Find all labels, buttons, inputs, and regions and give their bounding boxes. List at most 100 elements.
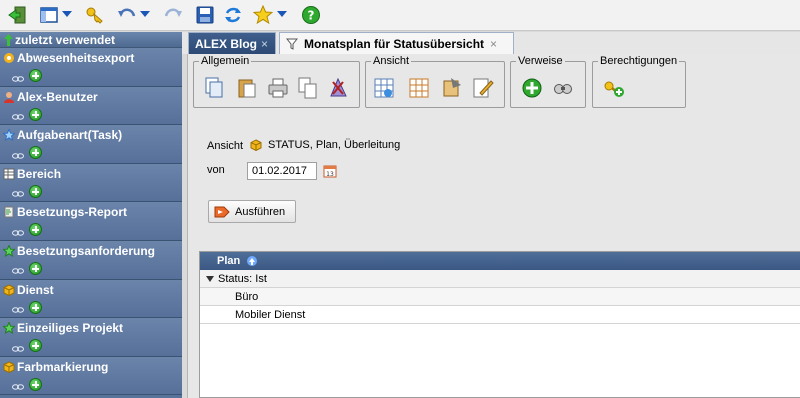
key-icon[interactable]	[84, 4, 106, 26]
sidebar-item-abwesenheitsexport[interactable]: Abwesenheitsexport	[0, 48, 182, 87]
box-icon	[3, 361, 15, 373]
svg-text:13: 13	[326, 171, 334, 178]
svg-text:?: ?	[308, 9, 315, 23]
layout-dropdown-icon[interactable]	[62, 11, 72, 17]
add-icon[interactable]	[29, 377, 42, 391]
copy-icon[interactable]	[203, 76, 225, 100]
group-title: Allgemein	[199, 55, 252, 67]
ansicht-value[interactable]: STATUS, Plan, Überleitung	[268, 139, 400, 151]
redo-icon[interactable]	[162, 4, 184, 26]
group-title: Berechtigungen	[598, 55, 680, 67]
add-icon[interactable]	[29, 184, 42, 198]
plan-grid: Plan Status: Ist Büro Mobiler Dienst	[199, 251, 800, 398]
date-input[interactable]: 01.02.2017	[247, 162, 317, 180]
link-icon[interactable]	[12, 380, 24, 390]
add-icon[interactable]	[29, 146, 42, 160]
run-button[interactable]: Ausführen	[208, 200, 296, 223]
star-green-icon	[2, 244, 16, 258]
sidebar-item-aufgabenart[interactable]: Aufgabenart(Task)	[0, 125, 182, 164]
add-permission-icon[interactable]	[603, 76, 625, 100]
favorites-dropdown-icon[interactable]	[277, 11, 287, 17]
report-icon	[3, 206, 15, 218]
paste-icon[interactable]	[236, 76, 258, 100]
sidebar-item-besetzungsanforderung[interactable]: Besetzungsanforderung	[0, 240, 182, 280]
run-icon	[214, 205, 230, 219]
group-allgemein: Allgemein	[193, 55, 360, 108]
tab-monatsplan[interactable]: Monatsplan für Statusübersicht ×	[279, 32, 514, 54]
sidebar-item-dienst[interactable]: Dienst	[0, 279, 182, 319]
group-verweise: Verweise	[510, 55, 586, 108]
logout-icon[interactable]	[6, 4, 28, 26]
table-row[interactable]: Büro	[200, 288, 800, 306]
add-reference-icon[interactable]	[521, 76, 543, 100]
sidebar-item-farbmarkierung[interactable]: Farbmarkierung	[0, 356, 182, 396]
von-label: von	[207, 164, 225, 176]
edit-icon[interactable]	[472, 76, 494, 100]
link-icon[interactable]	[12, 226, 24, 236]
sidebar-item-label: Einzeiliges Projekt	[17, 321, 124, 336]
sidebar-item-label: Alex-Benutzer	[17, 89, 98, 104]
refresh-icon[interactable]	[222, 4, 244, 26]
layout-icon[interactable]	[38, 4, 60, 26]
view-box-icon	[250, 139, 262, 152]
table-row[interactable]: Mobiler Dienst	[200, 306, 800, 324]
sidebar-header: zuletzt verwendet	[0, 32, 182, 48]
star-outline-icon	[2, 128, 16, 142]
sidebar-item-label: Besetzungsanforderung	[17, 243, 156, 258]
tab-bar: ALEX Blog × Monatsplan für Statusübersic…	[182, 32, 800, 54]
grid-header[interactable]: Plan	[200, 252, 800, 270]
link-icon[interactable]	[12, 72, 24, 82]
star-icon[interactable]	[252, 4, 274, 26]
group-title: Ansicht	[371, 55, 412, 67]
group-row[interactable]: Status: Ist	[200, 270, 800, 288]
link-icon[interactable]	[12, 342, 24, 352]
delete-icon[interactable]	[327, 76, 349, 100]
close-icon[interactable]: ×	[490, 37, 497, 51]
sidebar-item-label: Bereich	[17, 166, 62, 181]
tab-label: ALEX Blog	[195, 36, 257, 51]
link-icon[interactable]	[12, 187, 24, 197]
group-row-label: Status: Ist	[218, 272, 267, 285]
sidebar-header-label: zuletzt verwendet	[15, 32, 116, 47]
add-icon[interactable]	[29, 223, 42, 237]
content-panel: Allgemein Ansicht Verweise Berechtigunge…	[187, 54, 800, 398]
add-icon[interactable]	[29, 261, 42, 275]
save-icon[interactable]	[194, 4, 216, 26]
undo-dropdown-icon[interactable]	[140, 11, 150, 17]
sidebar-item-label: Besetzungs-Report	[17, 205, 128, 220]
link-icon[interactable]	[12, 264, 24, 275]
add-icon[interactable]	[29, 69, 42, 82]
table-view-icon[interactable]	[408, 76, 430, 100]
tab-label: Monatsplan für Statusübersicht	[304, 36, 485, 51]
star-green-icon	[2, 321, 16, 335]
run-label: Ausführen	[235, 205, 286, 218]
add-icon[interactable]	[29, 300, 42, 314]
column-header-plan[interactable]: Plan	[217, 255, 240, 267]
search-reference-icon[interactable]	[552, 76, 574, 100]
box-icon	[3, 284, 15, 296]
sidebar-item-label: Aufgabenart(Task)	[17, 128, 123, 143]
add-icon[interactable]	[29, 339, 42, 353]
undo-icon[interactable]	[116, 4, 138, 26]
link-icon[interactable]	[12, 149, 24, 159]
link-icon[interactable]	[12, 110, 24, 120]
sidebar-item-besetzungs-report[interactable]: Besetzungs-Report	[0, 202, 182, 241]
sidebar-item-bereich[interactable]: Bereich	[0, 163, 182, 203]
sidebar: zuletzt verwendet Abwesenheitsexport Ale…	[0, 32, 182, 398]
sidebar-item-einzeiliges-projekt[interactable]: Einzeiliges Projekt	[0, 318, 182, 357]
close-icon[interactable]: ×	[261, 37, 268, 51]
sidebar-item-alex-benutzer[interactable]: Alex-Benutzer	[0, 86, 182, 126]
filter-icon	[285, 38, 299, 50]
export-view-icon[interactable]	[441, 76, 463, 100]
collapse-icon[interactable]	[206, 275, 214, 282]
help-icon[interactable]: ?	[300, 4, 322, 26]
add-icon[interactable]	[29, 107, 42, 121]
calendar-icon[interactable]: 13	[323, 164, 337, 178]
sort-asc-icon[interactable]	[247, 256, 258, 266]
duplicate-icon[interactable]	[297, 76, 319, 100]
link-icon[interactable]	[12, 303, 24, 313]
tab-alex-blog[interactable]: ALEX Blog ×	[188, 32, 276, 54]
print-icon[interactable]	[267, 76, 289, 100]
export-icon	[3, 52, 15, 64]
grid-view-icon[interactable]	[373, 76, 395, 100]
